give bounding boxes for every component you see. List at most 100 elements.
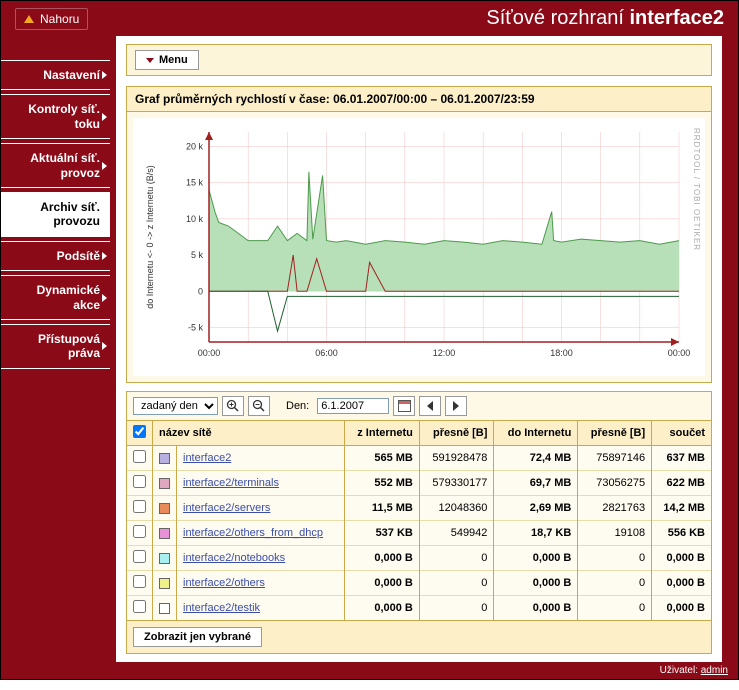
chevron-down-icon xyxy=(146,58,154,63)
arrow-up-icon xyxy=(24,15,34,23)
sidebar-item-3[interactable]: Archiv síť. provozu xyxy=(1,192,110,237)
prev-button[interactable] xyxy=(419,396,441,416)
col-check[interactable] xyxy=(127,421,153,446)
svg-text:do Internetu <- 0 -> z Inter: do Internetu <- 0 -> z Internetu (B/s) xyxy=(145,165,155,309)
col-name: název sítě xyxy=(153,421,345,446)
cell-sum: 0,000 B xyxy=(652,571,712,596)
cell-from: 0,000 B xyxy=(344,546,419,571)
network-link[interactable]: interface2/servers xyxy=(183,502,270,514)
day-input[interactable] xyxy=(317,398,389,414)
cell-to-exact: 19108 xyxy=(578,521,652,546)
day-label: Den: xyxy=(286,400,309,412)
cell-to-exact: 2821763 xyxy=(578,496,652,521)
color-swatch xyxy=(159,453,170,464)
row-checkbox[interactable] xyxy=(133,575,146,588)
row-checkbox[interactable] xyxy=(133,550,146,563)
cell-to-exact: 0 xyxy=(578,596,652,621)
arrow-left-icon xyxy=(427,401,433,411)
table-row: interface2/testik0,000 B00,000 B00,000 B xyxy=(127,596,712,621)
chart-panel: Graf průměrných rychlostí v čase: 06.01.… xyxy=(126,86,712,383)
cell-to: 0,000 B xyxy=(494,546,578,571)
next-button[interactable] xyxy=(445,396,467,416)
mode-select[interactable]: zadaný den xyxy=(133,397,218,415)
col-to: do Internetu xyxy=(494,421,578,446)
menu-button[interactable]: Menu xyxy=(135,50,199,70)
chevron-right-icon xyxy=(102,71,107,79)
svg-text:00:00: 00:00 xyxy=(668,348,691,358)
sidebar-item-0[interactable]: Nastavení xyxy=(1,60,110,90)
color-swatch xyxy=(159,503,170,514)
cell-from-exact: 0 xyxy=(419,546,494,571)
row-checkbox[interactable] xyxy=(133,600,146,613)
cell-sum: 556 KB xyxy=(652,521,712,546)
sidebar-item-4[interactable]: Podsítě xyxy=(1,241,110,271)
status-bar: Uživatel: admin xyxy=(1,662,738,679)
col-from-exact: přesně [B] xyxy=(419,421,494,446)
sidebar-item-6[interactable]: Přístupová práva xyxy=(1,324,110,369)
sidebar-item-1[interactable]: Kontroly síť. toku xyxy=(1,94,110,139)
cell-from: 0,000 B xyxy=(344,571,419,596)
table-row: interface2/terminals552 MB57933017769,7 … xyxy=(127,471,712,496)
svg-text:20 k: 20 k xyxy=(186,141,204,151)
calendar-icon xyxy=(398,400,411,412)
networks-table: název sítě z Internetu přesně [B] do Int… xyxy=(126,420,712,621)
sidebar-item-2[interactable]: Aktuální síť. provoz xyxy=(1,143,110,188)
select-all-checkbox[interactable] xyxy=(133,425,146,438)
cell-to: 2,69 MB xyxy=(494,496,578,521)
table-row: interface2 565 MB59192847872,4 MB75897146… xyxy=(127,446,712,471)
traffic-chart: -5 k05 k10 k15 k20 k00:0006:0012:0018:00… xyxy=(137,122,701,372)
table-row: interface2/notebooks0,000 B00,000 B00,00… xyxy=(127,546,712,571)
color-swatch xyxy=(159,553,170,564)
time-controls: zadaný den Den: xyxy=(126,391,712,420)
sidebar: Nastavení Kontroly síť. tokuAktuální síť.… xyxy=(1,36,110,662)
sidebar-item-5[interactable]: Dynamické akce xyxy=(1,275,110,320)
cell-sum: 0,000 B xyxy=(652,546,712,571)
svg-text:5 k: 5 k xyxy=(191,250,204,260)
cell-from-exact: 591928478 xyxy=(419,446,494,471)
cell-from: 565 MB xyxy=(344,446,419,471)
color-swatch xyxy=(159,528,170,539)
table-row: interface2/others_from_dhcp537 KB5499421… xyxy=(127,521,712,546)
user-link[interactable]: admin xyxy=(701,665,728,676)
cell-from-exact: 549942 xyxy=(419,521,494,546)
col-from: z Internetu xyxy=(344,421,419,446)
network-link[interactable]: interface2/notebooks xyxy=(183,552,285,564)
calendar-button[interactable] xyxy=(393,396,415,416)
cell-sum: 622 MB xyxy=(652,471,712,496)
cell-to-exact: 73056275 xyxy=(578,471,652,496)
page-title: Síťové rozhraní interface2 xyxy=(486,7,724,30)
cell-sum: 0,000 B xyxy=(652,596,712,621)
cell-from-exact: 579330177 xyxy=(419,471,494,496)
network-link[interactable]: interface2/others_from_dhcp xyxy=(183,527,323,539)
back-link[interactable]: Nahoru xyxy=(15,8,88,30)
row-checkbox[interactable] xyxy=(133,475,146,488)
cell-to: 0,000 B xyxy=(494,571,578,596)
zoom-out-button[interactable] xyxy=(248,396,270,416)
chart-watermark: RRDTOOL / TOBI OETIKER xyxy=(692,128,701,251)
svg-text:06:00: 06:00 xyxy=(315,348,338,358)
table-row: interface2/servers11,5 MB120483602,69 MB… xyxy=(127,496,712,521)
row-checkbox[interactable] xyxy=(133,525,146,538)
network-link[interactable]: interface2/terminals xyxy=(183,477,279,489)
cell-to: 72,4 MB xyxy=(494,446,578,471)
col-sum: součet xyxy=(652,421,712,446)
zoom-in-button[interactable] xyxy=(222,396,244,416)
cell-sum: 637 MB xyxy=(652,446,712,471)
show-selected-button[interactable]: Zobrazit jen vybrané xyxy=(133,627,262,647)
svg-text:18:00: 18:00 xyxy=(550,348,573,358)
chart-title: Graf průměrných rychlostí v čase: 06.01.… xyxy=(127,87,711,112)
network-link[interactable]: interface2/testik xyxy=(183,602,260,614)
cell-to-exact: 75897146 xyxy=(578,446,652,471)
network-link[interactable]: interface2/others xyxy=(183,577,265,589)
table-row: interface2/others0,000 B00,000 B00,000 B xyxy=(127,571,712,596)
chevron-right-icon xyxy=(102,252,107,260)
arrow-right-icon xyxy=(453,401,459,411)
cell-to-exact: 0 xyxy=(578,546,652,571)
row-checkbox[interactable] xyxy=(133,450,146,463)
network-link[interactable]: interface2 xyxy=(183,452,231,464)
row-checkbox[interactable] xyxy=(133,500,146,513)
chevron-right-icon xyxy=(102,294,107,302)
svg-text:12:00: 12:00 xyxy=(433,348,456,358)
col-to-exact: přesně [B] xyxy=(578,421,652,446)
chevron-right-icon xyxy=(102,113,107,121)
